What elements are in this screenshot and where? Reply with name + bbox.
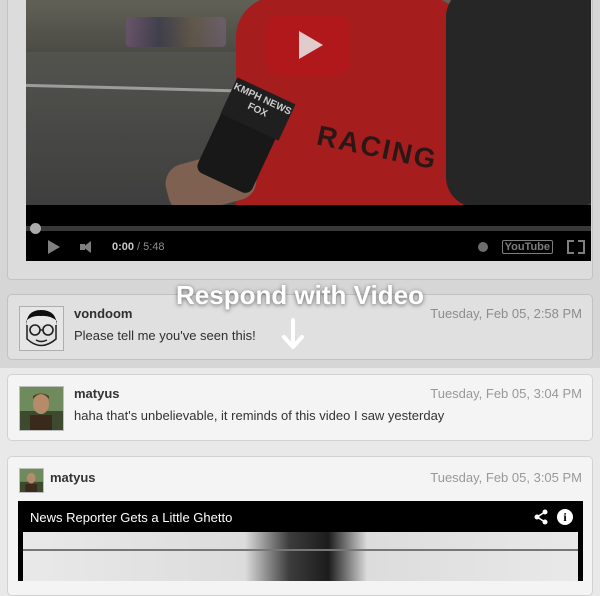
message-text: haha that's unbelievable, it reminds of … xyxy=(74,408,445,423)
arrow-down-icon xyxy=(282,318,304,349)
info-icon[interactable]: i xyxy=(557,509,573,525)
respond-with-video-label[interactable]: Respond with Video xyxy=(0,280,600,311)
avatar[interactable] xyxy=(19,386,64,431)
username[interactable]: matyus xyxy=(50,470,96,485)
timestamp: Tuesday, Feb 05, 3:04 PM xyxy=(430,386,582,401)
username[interactable]: matyus xyxy=(74,386,120,401)
user-photo-icon xyxy=(20,387,63,430)
user-photo-icon xyxy=(20,469,43,492)
barbed-wire xyxy=(23,549,578,551)
video-thumbnail[interactable] xyxy=(23,532,578,581)
message-card: matyus Tuesday, Feb 05, 3:04 PM haha tha… xyxy=(7,374,593,441)
embedded-video-player[interactable]: News Reporter Gets a Little Ghetto i xyxy=(18,501,583,581)
avatar[interactable] xyxy=(19,468,44,493)
video-title[interactable]: News Reporter Gets a Little Ghetto xyxy=(30,510,232,525)
respond-overlay[interactable] xyxy=(0,0,600,368)
timestamp: Tuesday, Feb 05, 3:05 PM xyxy=(430,470,582,485)
share-icon[interactable] xyxy=(533,509,549,525)
